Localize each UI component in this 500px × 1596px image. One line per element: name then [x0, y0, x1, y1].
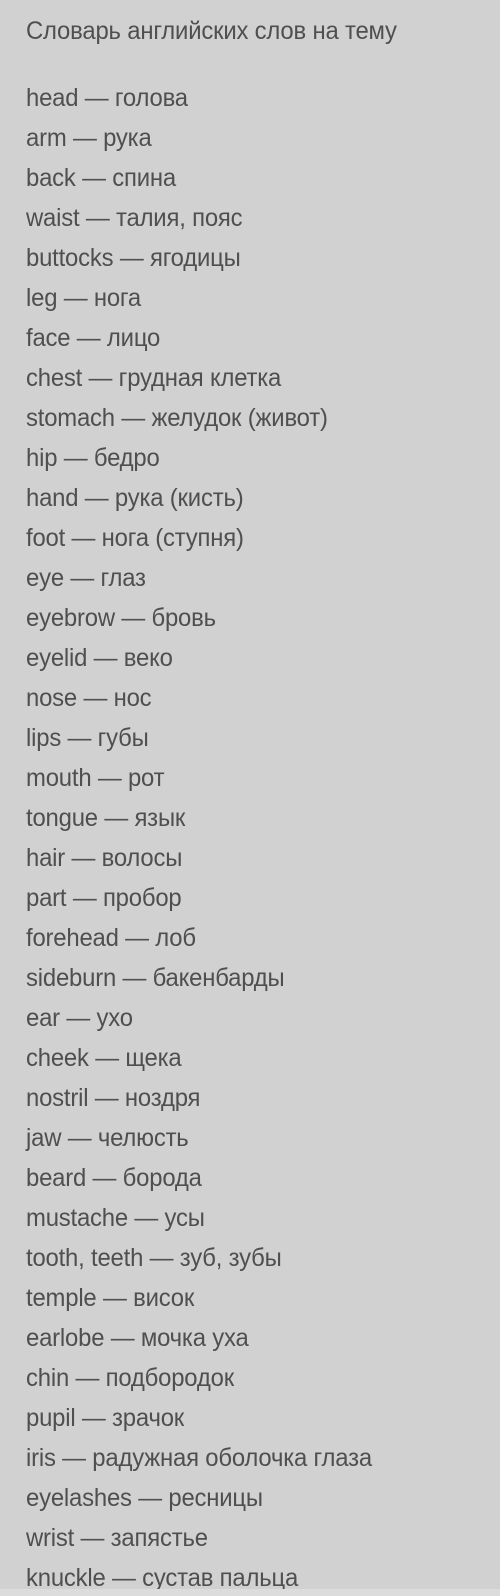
vocabulary-entry: tongue — язык	[26, 804, 186, 832]
vocabulary-entry: hand — рука (кисть)	[26, 484, 244, 512]
vocabulary-entry: tooth, teeth — зуб, зубы	[26, 1244, 282, 1272]
vocabulary-entry: lips — губы	[26, 724, 149, 752]
vocabulary-entry: nose — нос	[26, 684, 152, 712]
vocabulary-entry: leg — нога	[26, 284, 142, 312]
vocabulary-page: Словарь английских слов на тему head — г…	[0, 0, 500, 1596]
vocabulary-entry: hip — бедро	[26, 444, 160, 472]
vocabulary-entry: iris — радужная оболочка глаза	[26, 1444, 372, 1472]
vocabulary-entry: eye — глаз	[26, 564, 146, 592]
vocabulary-entry: part — пробор	[26, 884, 182, 912]
vocabulary-entry: back — спина	[26, 164, 176, 192]
vocabulary-entry: eyelid — веко	[26, 644, 173, 672]
vocabulary-entry: head — голова	[26, 84, 188, 112]
vocabulary-entry: earlobe — мочка уха	[26, 1324, 249, 1352]
vocabulary-entry: waist — талия, пояс	[26, 204, 243, 232]
vocabulary-entry: foot — нога (ступня)	[26, 524, 244, 552]
vocabulary-entry: forehead — лоб	[26, 924, 196, 952]
vocabulary-entry: arm — рука	[26, 124, 152, 152]
vocabulary-entry: beard — борода	[26, 1164, 202, 1192]
vocabulary-entry: chin — подбородок	[26, 1364, 234, 1392]
vocabulary-entry: mustache — усы	[26, 1204, 205, 1232]
vocabulary-entry: temple — висок	[26, 1284, 195, 1312]
vocabulary-entry: hair — волосы	[26, 844, 183, 872]
vocabulary-entry: pupil — зрачок	[26, 1404, 185, 1432]
vocabulary-entry: jaw — челюсть	[26, 1124, 189, 1152]
vocabulary-entry: ear — ухо	[26, 1004, 133, 1032]
vocabulary-entry: stomach — желудок (живот)	[26, 404, 328, 432]
vocabulary-entry: eyebrow — бровь	[26, 604, 216, 632]
page-title: Словарь английских слов на тему	[26, 17, 397, 45]
vocabulary-entry: chest — грудная клетка	[26, 364, 282, 392]
vocabulary-entry: mouth — рот	[26, 764, 165, 792]
vocabulary-entry: sideburn — бакенбарды	[26, 964, 285, 992]
vocabulary-entry: nostril — ноздря	[26, 1084, 201, 1112]
vocabulary-entry: cheek — щека	[26, 1044, 182, 1072]
vocabulary-entry: eyelashes — ресницы	[26, 1484, 263, 1512]
vocabulary-entry: buttocks — ягодицы	[26, 244, 241, 272]
vocabulary-entry: face — лицо	[26, 324, 161, 352]
bottom-divider	[0, 1589, 500, 1596]
vocabulary-list: head — голова arm — рука back — спина waist…	[26, 78, 500, 1596]
vocabulary-entry: wrist — запястье	[26, 1524, 208, 1552]
